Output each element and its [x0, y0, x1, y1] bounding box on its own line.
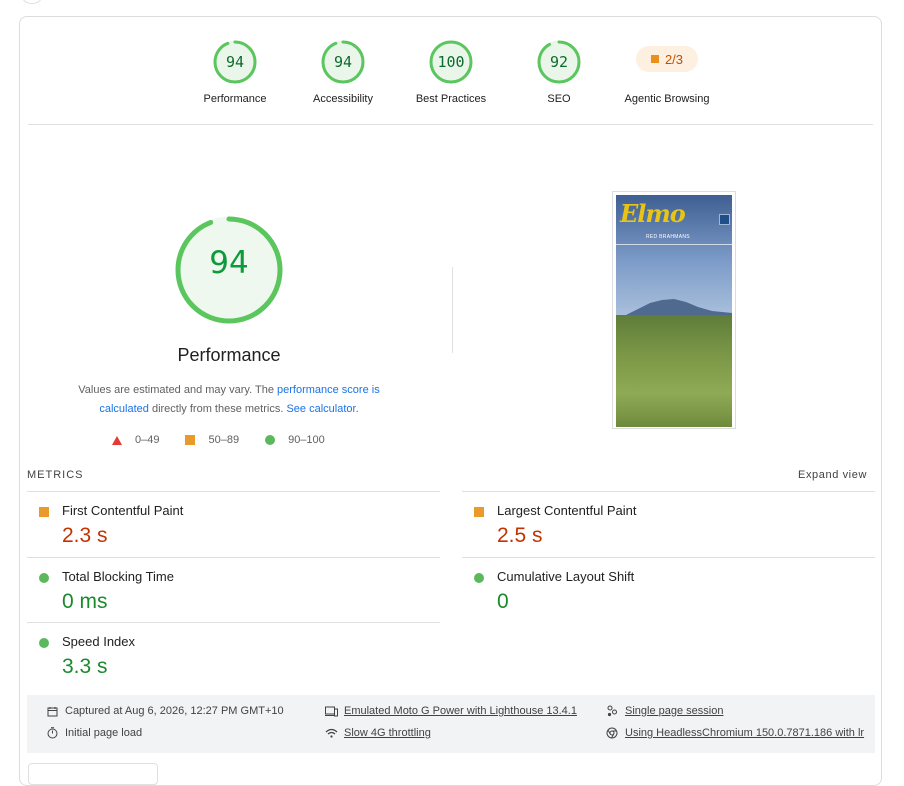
section-divider	[28, 124, 873, 125]
initial-page-load-text: Initial page load	[65, 727, 143, 739]
browser-version[interactable]: Using HeadlessChromium 150.0.7871.186 wi…	[605, 727, 864, 739]
runtime-settings: Captured at Aug 6, 2026, 12:27 PM GMT+10…	[27, 695, 875, 753]
performance-title: Performance	[177, 345, 281, 365]
screenshot-image: Elmo RED BRAHMANS	[616, 195, 732, 427]
wifi-icon	[324, 728, 338, 738]
legend-fail-label: 0–49	[135, 434, 160, 446]
screenshot-grass	[616, 315, 732, 427]
average-square-icon	[39, 507, 49, 517]
performance-gauge-large: 94 Performance	[132, 207, 326, 366]
metric-value: 2.3 s	[62, 524, 108, 547]
gauge-label: SEO	[547, 93, 571, 105]
gauge-score: 94	[333, 53, 353, 71]
metric-lcp: Largest Contentful Paint 2.5 s	[462, 491, 875, 555]
gauge-label: Performance	[203, 93, 267, 105]
desc-text: Values are estimated and may vary. The	[78, 384, 277, 396]
bottom-stub	[28, 763, 158, 785]
emulated-device[interactable]: Emulated Moto G Power with Lighthouse 13…	[324, 705, 577, 717]
final-screenshot-thumbnail[interactable]: Elmo RED BRAHMANS	[612, 191, 736, 429]
performance-description: Values are estimated and may vary. The p…	[60, 381, 398, 418]
metric-fcp: First Contentful Paint 2.3 s	[27, 491, 440, 555]
captured-at-text: Captured at Aug 6, 2026, 12:27 PM GMT+10	[65, 705, 284, 717]
screenshot-tagline: RED BRAHMANS	[646, 234, 690, 240]
fail-triangle-icon	[112, 435, 122, 445]
network-throttling[interactable]: Slow 4G throttling	[324, 727, 431, 739]
metric-value: 0 ms	[62, 590, 108, 613]
desc-text: directly from these metrics.	[148, 402, 287, 415]
screenshot-logo: Elmo	[620, 199, 686, 228]
gauge-score: 94	[225, 53, 245, 71]
metric-cls: Cumulative Layout Shift 0	[462, 557, 875, 621]
browser-version-text: Using HeadlessChromium 150.0.7871.186 wi…	[625, 727, 865, 739]
gauge-label: Best Practices	[415, 93, 487, 105]
agentic-badge-text: 2/3	[664, 51, 684, 67]
metric-name: First Contentful Paint	[62, 503, 184, 518]
hamburger-menu-icon	[719, 214, 730, 225]
metric-name: Speed Index	[62, 634, 136, 649]
gauge-performance[interactable]: 94 Performance	[181, 39, 289, 105]
pass-circle-icon	[265, 435, 276, 445]
gauge-agentic-browsing[interactable]: 2/3 Agentic Browsing	[613, 39, 721, 105]
gauge-score: 92	[549, 53, 569, 71]
gauge-seo[interactable]: 92 SEO	[505, 39, 613, 105]
legend-fail: 0–49	[112, 434, 159, 446]
average-square-icon	[474, 507, 484, 517]
metric-name: Total Blocking Time	[62, 569, 174, 584]
gauge-accessibility[interactable]: 94 Accessibility	[289, 39, 397, 105]
score-legend: 0–49 50–89 90–100	[112, 434, 351, 446]
metrics-heading: METRICS	[27, 469, 84, 481]
emulated-device-text: Emulated Moto G Power with Lighthouse 13…	[344, 705, 577, 717]
average-square-icon	[185, 435, 196, 445]
initial-page-load: Initial page load	[45, 727, 142, 739]
performance-score-large: 94	[209, 245, 249, 281]
lighthouse-report-card: 94 Performance 94 Accessibility 100 Best…	[19, 16, 882, 786]
expand-view-button[interactable]: Expand view	[798, 469, 867, 481]
legend-average: 50–89	[185, 434, 239, 446]
see-calculator-link[interactable]: See calculator	[286, 403, 355, 415]
legend-average-label: 50–89	[208, 434, 240, 446]
captured-at: Captured at Aug 6, 2026, 12:27 PM GMT+10	[45, 705, 284, 717]
device-icon	[324, 706, 338, 717]
legend-pass: 90–100	[265, 434, 325, 446]
metric-name: Cumulative Layout Shift	[497, 569, 635, 584]
gauge-label: Agentic Browsing	[624, 93, 710, 105]
timer-icon	[45, 727, 59, 739]
metric-value: 2.5 s	[497, 524, 543, 547]
agentic-badge: 2/3	[636, 46, 698, 72]
chrome-icon	[605, 727, 619, 739]
metric-name: Largest Contentful Paint	[497, 503, 637, 518]
page-session-text: Single page session	[625, 705, 724, 717]
vertical-divider	[452, 267, 453, 353]
legend-pass-label: 90–100	[288, 434, 325, 446]
metric-value: 3.3 s	[62, 655, 108, 678]
pass-circle-icon	[474, 573, 484, 583]
session-icon	[605, 705, 619, 717]
gauge-label: Accessibility	[313, 93, 373, 105]
metric-value: 0	[497, 590, 509, 613]
metric-si: Speed Index 3.3 s	[27, 622, 440, 686]
metric-tbt: Total Blocking Time 0 ms	[27, 557, 440, 621]
calendar-icon	[45, 706, 59, 717]
pass-circle-icon	[39, 638, 49, 648]
network-throttling-text: Slow 4G throttling	[344, 727, 431, 739]
screenshot-header-line	[616, 244, 732, 245]
top-stub	[22, 0, 42, 4]
desc-text: .	[355, 402, 359, 415]
average-square-icon	[650, 55, 659, 63]
page-session[interactable]: Single page session	[605, 705, 723, 717]
gauge-best-practices[interactable]: 100 Best Practices	[397, 39, 505, 105]
score-gauges: 94 Performance 94 Accessibility 100 Best…	[20, 17, 881, 125]
pass-circle-icon	[39, 573, 49, 583]
gauge-score: 100	[437, 53, 465, 71]
